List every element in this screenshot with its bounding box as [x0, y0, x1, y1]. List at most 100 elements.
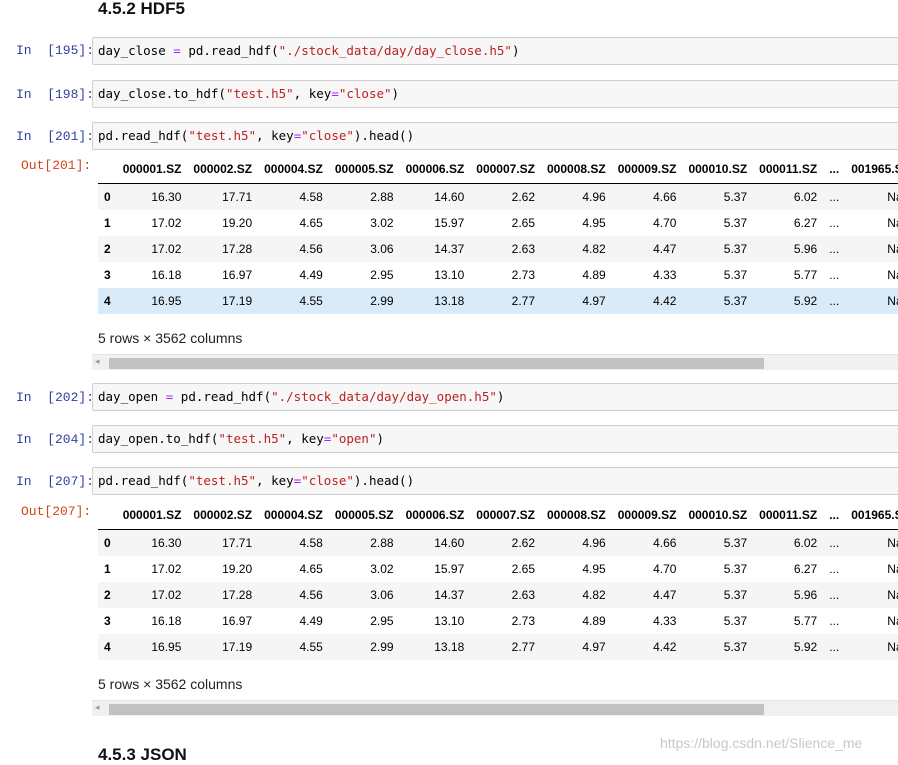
- code-line[interactable]: day_close = pd.read_hdf("./stock_data/da…: [98, 43, 519, 58]
- code-line[interactable]: day_open.to_hdf("test.h5", key="open"): [98, 431, 384, 446]
- table-cell: 2.63: [511, 588, 535, 602]
- table-cell: 4.55: [299, 640, 323, 654]
- code-cell[interactable]: day_close = pd.read_hdf("./stock_data/da…: [92, 37, 898, 65]
- table-cell: 15.97: [434, 216, 465, 230]
- code-line[interactable]: pd.read_hdf("test.h5", key="close").head…: [98, 473, 414, 488]
- section-heading-hdf5: 4.5.2 HDF5: [98, 0, 185, 18]
- code-line[interactable]: day_open = pd.read_hdf("./stock_data/day…: [98, 389, 504, 404]
- table-row: 1 17.02 19.20 4.65 3.02 15.97 2.65 4.95 4.70 5.37…: [98, 556, 898, 582]
- watermark: https://blog.csdn.net/Slience_me: [660, 735, 863, 751]
- table-row: 4 16.95 17.19 4.55 2.99 13.18 2.77 4.97 4.42 5.37…: [98, 634, 898, 660]
- code-cell[interactable]: day_open = pd.read_hdf("./stock_data/day…: [92, 383, 898, 411]
- code-token: , key: [256, 128, 294, 143]
- table-cell: 4.95: [582, 216, 606, 230]
- table-cell: 4.82: [582, 242, 606, 256]
- table-cell: 6.27: [793, 562, 818, 576]
- horizontal-scrollbar[interactable]: ◂: [92, 354, 898, 370]
- scroll-left-arrow-icon[interactable]: ◂: [95, 356, 100, 367]
- table-cell: 17.19: [222, 294, 253, 308]
- code-token: ): [391, 86, 400, 101]
- code-cell[interactable]: day_close.to_hdf("test.h5", key="close"): [92, 80, 898, 108]
- code-line[interactable]: day_close.to_hdf("test.h5", key="close"): [98, 86, 399, 101]
- row-index: 0: [104, 190, 111, 204]
- column-header: 000006.SZ: [399, 155, 471, 184]
- code-token: ): [511, 43, 520, 58]
- table-cell: 4.65: [299, 216, 323, 230]
- row-index: 3: [104, 268, 111, 282]
- table-cell: 2.62: [511, 190, 535, 204]
- input-prompt: In [207]:: [16, 474, 95, 489]
- code-token: , key: [256, 473, 294, 488]
- table-cell: 19.20: [222, 562, 253, 576]
- table-cell: 5.37: [723, 294, 748, 308]
- column-header: 000008.SZ: [541, 501, 612, 530]
- scrollbar-thumb[interactable]: [109, 358, 764, 369]
- scroll-left-arrow-icon[interactable]: ◂: [95, 702, 100, 713]
- table-cell: 2.95: [370, 614, 394, 628]
- input-prompt: In [204]:: [16, 432, 95, 447]
- index-header: [98, 155, 117, 184]
- table-cell: 2.88: [370, 190, 394, 204]
- table-cell: 4.56: [299, 588, 323, 602]
- table-cell: 15.97: [434, 562, 465, 576]
- table-row: 2 17.02 17.28 4.56 3.06 14.37 2.63 4.82 4.47 5.37…: [98, 582, 898, 608]
- table-cell: 16.95: [151, 640, 182, 654]
- column-header: 000004.SZ: [258, 501, 329, 530]
- table-cell: 5.37: [723, 562, 748, 576]
- column-header: 000007.SZ: [470, 155, 541, 184]
- table-cell: Na: [887, 640, 898, 654]
- row-index: 4: [104, 640, 111, 654]
- dataframe-table: 000001.SZ 000002.SZ 000004.SZ 000005.SZ 0000…: [98, 155, 898, 314]
- table-row: 2 17.02 17.28 4.56 3.06 14.37 2.63 4.82 4.47 5.37…: [98, 236, 898, 262]
- table-cell: 13.10: [434, 268, 465, 282]
- table-cell: 2.73: [511, 614, 535, 628]
- code-token: ): [496, 389, 505, 404]
- section-heading-json: 4.5.3 JSON: [98, 745, 187, 764]
- input-prompt: In [198]:: [16, 87, 95, 102]
- code-token: , key: [293, 86, 332, 101]
- table-cell: 14.60: [434, 536, 465, 550]
- row-index: 2: [104, 588, 111, 602]
- code-token: day_close.to_hdf(: [98, 86, 226, 101]
- table-cell: Na: [887, 242, 898, 256]
- code-cell[interactable]: pd.read_hdf("test.h5", key="close").head…: [92, 122, 898, 150]
- table-cell: 13.18: [434, 294, 465, 308]
- table-cell: 2.88: [370, 536, 394, 550]
- table-cell: 4.95: [582, 562, 606, 576]
- table-cell: 3.02: [370, 216, 394, 230]
- column-header: 000007.SZ: [470, 501, 541, 530]
- column-header: ...: [823, 155, 846, 184]
- table-cell: 4.89: [582, 614, 606, 628]
- table-cell: 2.65: [511, 562, 535, 576]
- table-cell: 5.37: [723, 614, 748, 628]
- code-string: "close": [301, 128, 354, 143]
- scrollbar-thumb[interactable]: [109, 704, 764, 715]
- code-token: day_close: [98, 43, 174, 58]
- table-cell: 16.18: [151, 268, 182, 282]
- table-cell: 4.82: [582, 588, 606, 602]
- horizontal-scrollbar[interactable]: ◂: [92, 700, 898, 716]
- table-row: 3 16.18 16.97 4.49 2.95 13.10 2.73 4.89 4.33 5.37…: [98, 608, 898, 634]
- table-cell: 14.37: [434, 588, 465, 602]
- table-cell: ...: [829, 216, 840, 230]
- code-cell[interactable]: pd.read_hdf("test.h5", key="close").head…: [92, 467, 898, 495]
- code-line[interactable]: pd.read_hdf("test.h5", key="close").head…: [98, 128, 414, 143]
- column-header: 000001.SZ: [116, 501, 188, 530]
- table-cell: 5.37: [723, 640, 748, 654]
- table-cell: 5.37: [723, 242, 748, 256]
- table-cell: 2.73: [511, 268, 535, 282]
- table-cell: 5.77: [793, 614, 818, 628]
- table-cell: 5.96: [793, 588, 818, 602]
- table-cell: 2.99: [370, 294, 394, 308]
- table-cell: 19.20: [222, 216, 253, 230]
- table-cell: 2.77: [511, 640, 535, 654]
- column-header: 000004.SZ: [258, 155, 329, 184]
- code-token: day_open.to_hdf(: [98, 431, 219, 446]
- table-cell: 4.42: [653, 294, 677, 308]
- code-token: ): [376, 431, 385, 446]
- code-string: "open": [331, 431, 377, 446]
- table-cell: 2.62: [511, 536, 535, 550]
- table-cell: 17.19: [222, 640, 253, 654]
- table-cell: 2.99: [370, 640, 394, 654]
- code-cell[interactable]: day_open.to_hdf("test.h5", key="open"): [92, 425, 898, 453]
